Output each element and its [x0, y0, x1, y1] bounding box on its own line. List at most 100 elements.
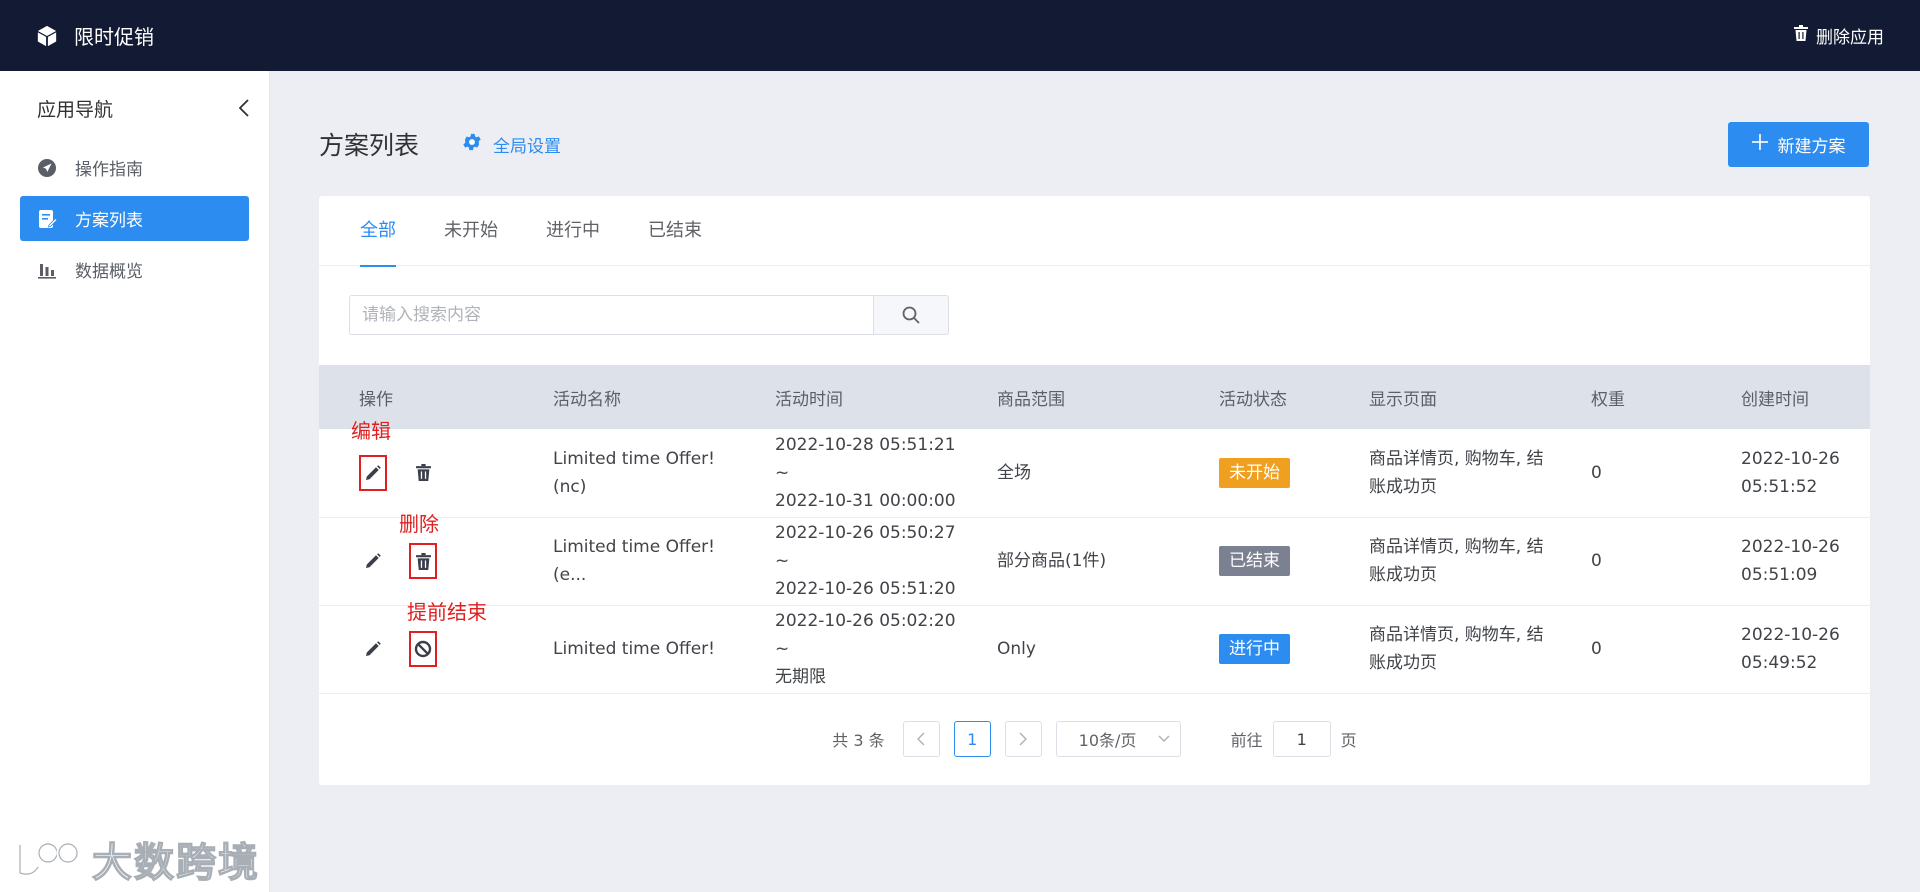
- cell-created: 2022-10-26 05:51:09: [1701, 517, 1870, 606]
- cell-pages: 商品详情页, 购物车, 结账成功页: [1329, 605, 1551, 694]
- time-end: 无期限: [775, 667, 826, 687]
- next-page-button[interactable]: [1004, 721, 1042, 757]
- goto-prefix: 前往: [1230, 731, 1263, 750]
- row-actions: 编辑: [319, 419, 513, 518]
- search-icon: [902, 306, 920, 324]
- goto-suffix: 页: [1340, 731, 1357, 750]
- edit-button[interactable]: [359, 631, 387, 667]
- search-bar: [349, 295, 949, 335]
- tab-not-started[interactable]: 未开始: [444, 196, 498, 266]
- sidebar-title: 应用导航: [37, 98, 114, 121]
- delete-button[interactable]: [409, 455, 437, 491]
- page-header: 方案列表 全局设置 新建方案: [319, 120, 1869, 168]
- sidebar-item-guide[interactable]: 操作指南: [20, 145, 249, 190]
- table-row: 提前结束 Limited time Offer! 2022-10-26 05:0…: [319, 600, 1870, 694]
- app-title: 限时促销: [74, 25, 154, 49]
- new-plan-button[interactable]: 新建方案: [1728, 121, 1869, 167]
- col-header-time: 活动时间: [775, 389, 843, 410]
- global-settings-label: 全局设置: [493, 136, 562, 157]
- pages-line: 账成功页: [1369, 565, 1437, 585]
- chevron-left-icon: [917, 732, 925, 746]
- search-button[interactable]: [873, 295, 949, 335]
- page-number-button[interactable]: 1: [953, 721, 991, 757]
- delete-button[interactable]: [409, 543, 437, 579]
- row-actions: 删除: [319, 512, 513, 606]
- search-input[interactable]: [349, 295, 873, 335]
- app-brand: 限时促销: [36, 21, 154, 50]
- pencil-icon: [366, 464, 381, 480]
- tab-all[interactable]: 全部: [360, 196, 396, 267]
- cell-status: 未开始: [1179, 429, 1329, 518]
- sidebar-item-data-overview[interactable]: 数据概览: [20, 247, 249, 292]
- cell-weight: 0: [1551, 429, 1701, 518]
- plan-table: 操作 活动名称 活动时间 商品范围 活动状态 显示页面 权重 创建时间 编辑 L…: [319, 365, 1870, 694]
- annotation-delete: 删除: [399, 511, 439, 536]
- send-icon: [37, 158, 57, 178]
- cell-status: 已结束: [1179, 517, 1329, 606]
- sidebar-header: 应用导航: [0, 71, 269, 145]
- end-early-button[interactable]: [409, 631, 437, 667]
- cell-time: 2022-10-26 05:02:20 ~ 无期限: [735, 605, 957, 694]
- created-date: 2022-10-26: [1741, 448, 1840, 469]
- col-header-scope: 商品范围: [997, 389, 1065, 410]
- pages-line: 商品详情页, 购物车, 结: [1369, 448, 1544, 469]
- cell-pages: 商品详情页, 购物车, 结账成功页: [1329, 517, 1551, 606]
- annotation-edit: 编辑: [351, 419, 391, 443]
- tab-ended[interactable]: 已结束: [648, 196, 702, 266]
- time-start: 2022-10-26 05:50:27 ~: [775, 523, 956, 571]
- cell-scope: Only: [957, 605, 1179, 694]
- page-size-value: 10条/页: [1078, 731, 1137, 750]
- time-end: 2022-10-31 00:00:00: [775, 490, 956, 511]
- collapse-sidebar-button[interactable]: [239, 99, 249, 117]
- cell-pages: 商品详情页, 购物车, 结账成功页: [1329, 429, 1551, 518]
- edit-button[interactable]: [359, 543, 387, 579]
- row-actions: 提前结束: [319, 600, 513, 694]
- pencil-icon: [366, 641, 381, 656]
- tab-in-progress[interactable]: 进行中: [546, 196, 600, 266]
- pages-line: 商品详情页, 购物车, 结: [1369, 625, 1544, 645]
- global-settings-button[interactable]: 全局设置: [461, 131, 561, 158]
- gear-icon: [461, 131, 483, 158]
- created-time: 05:49:52: [1741, 653, 1818, 673]
- total-count: 共 3 条: [832, 731, 885, 750]
- cell-time: 2022-10-26 05:50:27 ~ 2022-10-26 05:51:20: [735, 517, 957, 606]
- edit-button[interactable]: [359, 454, 387, 491]
- pagination: 共 3 条 1 10条/页 前往 页: [319, 721, 1870, 757]
- pages-line: 账成功页: [1369, 476, 1437, 497]
- top-bar: 限时促销 删除应用: [0, 0, 1920, 71]
- cell-time: 2022-10-28 05:51:21 ~ 2022-10-31 00:00:00: [735, 429, 957, 518]
- trash-icon: [415, 464, 431, 482]
- sidebar-item-label: 数据概览: [75, 262, 143, 282]
- cell-name: Limited time Offer!(nc): [513, 429, 735, 518]
- plus-icon: [1751, 133, 1768, 155]
- created-date: 2022-10-26: [1741, 537, 1840, 557]
- status-badge: 进行中: [1219, 634, 1290, 664]
- chevron-left-icon: [239, 99, 249, 117]
- col-header-pages: 显示页面: [1369, 389, 1437, 410]
- cell-weight: 0: [1551, 605, 1701, 694]
- delete-app-label: 删除应用: [1816, 28, 1884, 48]
- edit-list-icon: [37, 209, 57, 229]
- prev-page-button[interactable]: [902, 721, 940, 757]
- col-header-weight: 权重: [1591, 389, 1625, 410]
- cell-created: 2022-10-26 05:51:52: [1701, 429, 1870, 518]
- table-header-row: 操作 活动名称 活动时间 商品范围 活动状态 显示页面 权重 创建时间: [319, 365, 1870, 429]
- cell-name: Limited time Offer!: [513, 605, 735, 694]
- chevron-right-icon: [1019, 732, 1028, 746]
- chevron-down-icon: [1158, 735, 1170, 743]
- page-size-select[interactable]: 10条/页: [1055, 721, 1181, 757]
- sidebar-item-label: 操作指南: [75, 160, 143, 180]
- sidebar-item-plan-list[interactable]: 方案列表: [20, 196, 249, 241]
- pages-line: 账成功页: [1369, 653, 1437, 673]
- delete-app-button[interactable]: 删除应用: [1794, 23, 1884, 48]
- cube-icon: [36, 25, 58, 47]
- plan-list-card: 全部 未开始 进行中 已结束 操作 活动名称 活动时间 商品范围 活动状态 显示…: [319, 196, 1870, 785]
- goto-page-input[interactable]: [1272, 721, 1331, 757]
- status-badge: 已结束: [1219, 546, 1290, 576]
- time-start: 2022-10-26 05:02:20 ~: [775, 611, 956, 659]
- bar-chart-icon: [37, 260, 57, 280]
- watermark-text: 大数跨境: [91, 839, 260, 886]
- pages-line: 商品详情页, 购物车, 结: [1369, 537, 1544, 557]
- annotation-end-early: 提前结束: [407, 599, 487, 624]
- page-title: 方案列表: [319, 131, 420, 160]
